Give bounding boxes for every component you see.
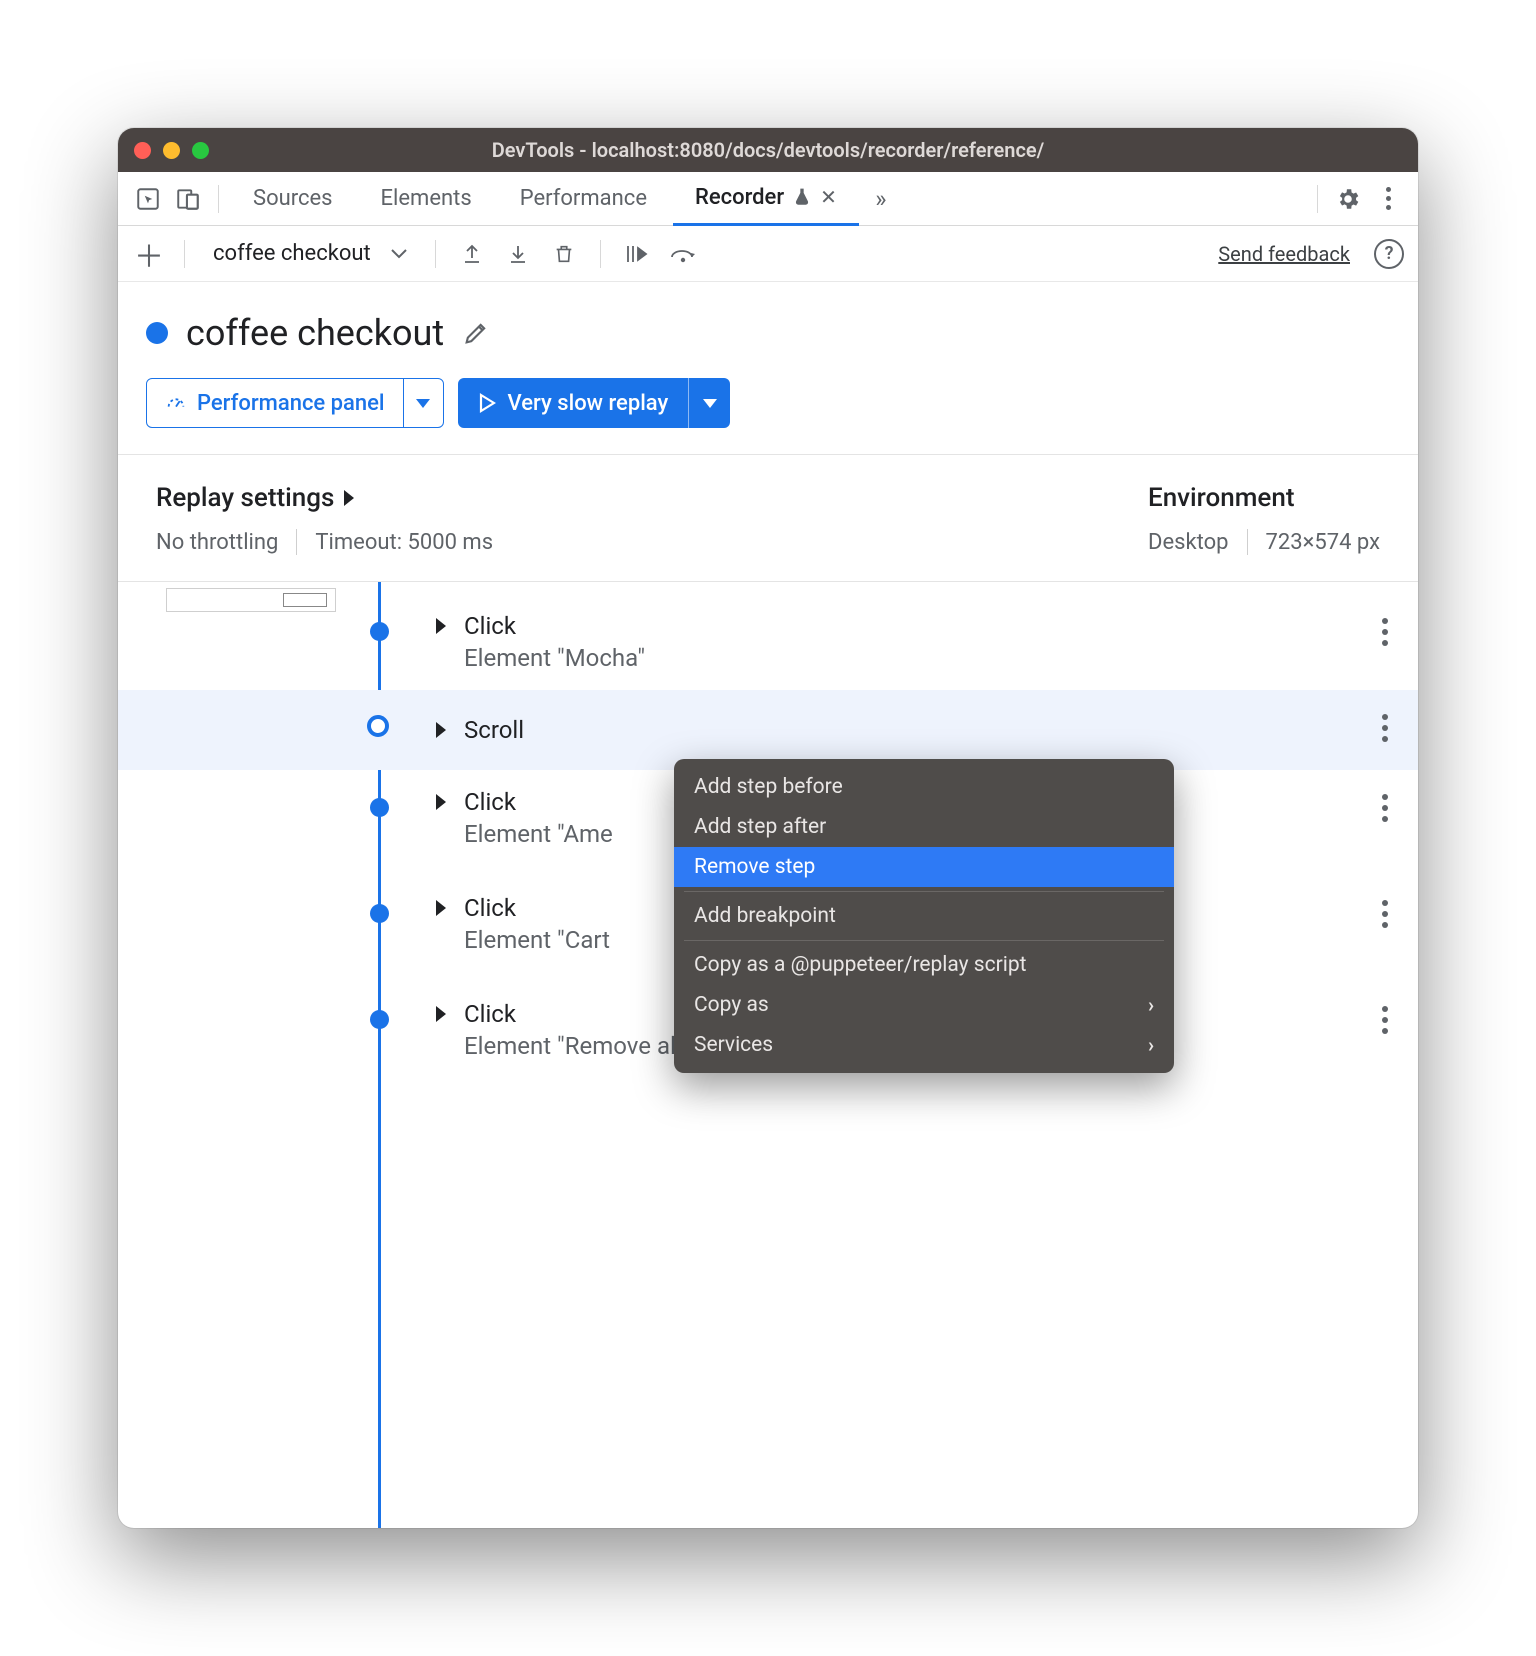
expand-step-icon[interactable] [436,900,446,916]
ctx-separator [684,940,1164,941]
ctx-remove-step[interactable]: Remove step [674,847,1174,887]
ctx-copy-puppeteer[interactable]: Copy as a @puppeteer/replay script [674,945,1174,985]
recording-header: coffee checkout Performance panel [118,282,1418,455]
tab-performance[interactable]: Performance [498,172,669,226]
window-title: DevTools - localhost:8080/docs/devtools/… [118,138,1418,162]
chevron-down-icon [391,248,407,260]
kebab-icon[interactable] [1370,181,1406,217]
export-icon[interactable] [454,236,490,272]
inspect-icon[interactable] [130,181,166,217]
add-recording-button[interactable]: ＋ [132,232,166,276]
window-controls [134,142,209,159]
environment-heading: Environment [1148,483,1380,513]
tab-sources[interactable]: Sources [231,172,355,226]
recording-select-label: coffee checkout [213,241,371,266]
recording-status-dot [146,322,168,344]
close-icon[interactable]: ✕ [820,185,837,209]
tab-elements[interactable]: Elements [359,172,494,226]
zoom-window-button[interactable] [192,142,209,159]
titlebar: DevTools - localhost:8080/docs/devtools/… [118,128,1418,172]
expand-step-icon[interactable] [436,794,446,810]
device-value: Desktop [1148,530,1229,555]
timeline-node [370,622,389,641]
chevron-right-icon: › [1148,1033,1154,1057]
ctx-add-breakpoint[interactable]: Add breakpoint [674,896,1174,936]
viewport-value: 723×574 px [1266,530,1381,555]
play-icon [478,393,496,413]
timeline-node [370,904,389,923]
step-title: Click [464,788,613,816]
recorder-toolbar: ＋ coffee checkout Send feedback ? [118,226,1418,282]
timeline-node [370,1010,389,1029]
devtools-tabbar: Sources Elements Performance Recorder ✕ … [118,172,1418,226]
step-title: Scroll [464,716,524,744]
performance-panel-dropdown[interactable] [403,379,443,427]
step-row[interactable]: Click Element "Mocha" [118,594,1418,690]
timeline-node [367,715,389,737]
step-subtitle: Element "Cart [464,926,610,954]
step-row[interactable]: Scroll [118,690,1418,770]
separator [184,240,185,268]
step-title: Click [464,894,610,922]
delete-icon[interactable] [546,236,582,272]
tab-recorder[interactable]: Recorder ✕ [673,172,859,226]
performance-panel-button[interactable]: Performance panel [146,378,444,428]
expand-step-icon[interactable] [436,618,446,634]
step-menu-icon[interactable] [1382,1006,1388,1034]
window: DevTools - localhost:8080/docs/devtools/… [118,128,1418,1528]
expand-icon [344,490,354,506]
separator [218,185,219,213]
step-subtitle: Element "Ame [464,820,613,848]
timeline-node [370,798,389,817]
ctx-add-step-before[interactable]: Add step before [674,767,1174,807]
settings-section: Replay settings No throttling Timeout: 5… [118,455,1418,582]
step-replay-icon[interactable] [619,236,655,272]
step-menu-icon[interactable] [1382,794,1388,822]
ctx-separator [684,891,1164,892]
help-icon[interactable]: ? [1374,239,1404,269]
recording-title: coffee checkout [186,312,444,354]
expand-step-icon[interactable] [436,1006,446,1022]
ctx-add-step-after[interactable]: Add step after [674,807,1174,847]
step-menu-icon[interactable] [1382,714,1388,742]
ctx-services[interactable]: Services› [674,1025,1174,1065]
flask-icon [792,187,812,207]
recording-select[interactable]: coffee checkout [203,241,417,266]
send-feedback-link[interactable]: Send feedback [1218,242,1350,266]
step-over-icon[interactable] [665,236,701,272]
minimize-window-button[interactable] [163,142,180,159]
close-window-button[interactable] [134,142,151,159]
edit-title-icon[interactable] [462,319,490,347]
import-icon[interactable] [500,236,536,272]
replay-speed-dropdown[interactable] [688,378,730,428]
ctx-copy-as[interactable]: Copy as› [674,985,1174,1025]
separator [435,240,436,268]
separator [600,240,601,268]
timeout-value: Timeout: 5000 ms [315,530,493,555]
step-menu-icon[interactable] [1382,618,1388,646]
expand-step-icon[interactable] [436,722,446,738]
step-subtitle: Element "Mocha" [464,644,645,672]
replay-settings-heading[interactable]: Replay settings [156,483,493,513]
chevron-right-icon: › [1148,993,1154,1017]
replay-button-label: Very slow replay [508,391,669,416]
context-menu: Add step before Add step after Remove st… [674,759,1174,1073]
replay-button[interactable]: Very slow replay [458,378,731,428]
gear-icon[interactable] [1330,181,1366,217]
steps-timeline: Click Element "Mocha" Scroll Click [118,582,1418,1528]
performance-panel-label: Performance panel [197,391,385,416]
throttling-value: No throttling [156,530,278,555]
more-tabs-icon[interactable]: » [863,181,899,217]
separator [1317,185,1318,213]
gauge-icon [165,392,187,414]
step-title: Click [464,612,645,640]
device-toggle-icon[interactable] [170,181,206,217]
step-menu-icon[interactable] [1382,900,1388,928]
